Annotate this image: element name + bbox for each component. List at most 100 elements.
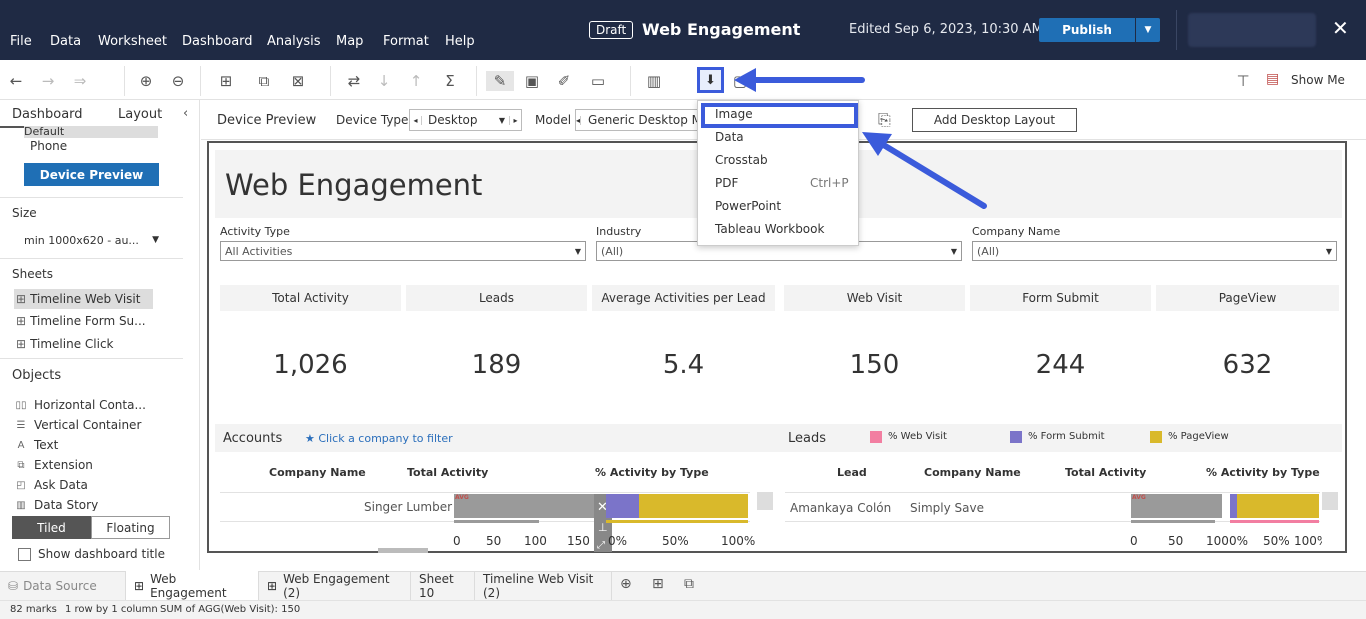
new-worksheet-icon[interactable]: ⊞ — [216, 71, 236, 91]
user-account-blurred[interactable] — [1188, 13, 1316, 47]
sheet-label: Timeline Click — [30, 337, 114, 351]
sheet-timeline-form-submit[interactable]: ⊞ Timeline Form Su... — [14, 314, 146, 328]
accounts-title: Accounts — [223, 431, 283, 446]
tab-layout[interactable]: Layout — [118, 107, 162, 122]
tab-data-source[interactable]: ⛁ Data Source — [0, 571, 126, 600]
tab-web-engagement[interactable]: ⊞ Web Engagement — [126, 571, 259, 601]
device-preview-button[interactable]: Device Preview — [24, 163, 159, 186]
highlight-tooltip-icon[interactable]: ⊤ — [1233, 71, 1253, 91]
publish-button[interactable]: Publish — [1039, 18, 1135, 42]
device-list-item-default[interactable]: Default — [24, 126, 158, 138]
menu-worksheet[interactable]: Worksheet — [98, 34, 167, 49]
download-export-button[interactable]: ⬇ — [697, 67, 724, 93]
menu-format[interactable]: Format — [383, 34, 429, 49]
sheet-label: Timeline Web Visit — [30, 292, 141, 306]
leads-form-submit-segment[interactable] — [1230, 494, 1237, 518]
sheet-label: Timeline Form Su... — [30, 314, 146, 328]
clear-sheet-icon[interactable]: ⊠ — [288, 71, 308, 91]
tiled-toggle[interactable]: Tiled — [12, 516, 91, 539]
menu-map[interactable]: Map — [336, 34, 363, 49]
collapse-panel-icon[interactable]: ‹ — [183, 106, 188, 121]
filter-activity-type[interactable]: All Activities ▼ — [220, 241, 586, 261]
leads-row-company[interactable]: Simply Save — [910, 501, 984, 515]
undo-icon[interactable]: ← — [6, 71, 26, 91]
model-dropdown[interactable]: ◂ Generic Desktop M — [575, 109, 700, 131]
presentation-mode-icon[interactable]: ▥ — [644, 71, 664, 91]
export-menu-pdf[interactable]: PDF — [715, 176, 738, 190]
database-icon: ⛁ — [8, 578, 19, 593]
object-horizontal-container[interactable]: ▯▯ Horizontal Conta... — [14, 398, 145, 412]
tab-web-engagement-2[interactable]: ⊞ Web Engagement (2) — [259, 571, 411, 600]
chevron-left-icon[interactable]: ◂ — [410, 115, 422, 125]
accounts-total-activity-bar[interactable] — [454, 494, 594, 518]
totals-sigma-icon[interactable]: Σ — [440, 71, 460, 91]
accounts-form-submit-segment[interactable] — [606, 494, 639, 518]
annotate-icon[interactable]: ✐ — [554, 71, 574, 91]
tab-sheet-10[interactable]: Sheet 10 — [411, 571, 475, 600]
size-dropdown[interactable]: min 1000x620 - au... ▼ — [24, 230, 159, 250]
object-text[interactable]: A Text — [14, 438, 59, 452]
status-marks: 82 marks — [10, 604, 57, 615]
show-me-icon[interactable]: ▤ — [1266, 71, 1279, 87]
expand-icon[interactable]: ⤢ — [597, 540, 605, 551]
show-title-checkbox[interactable] — [18, 547, 31, 561]
kpi-value-form-submit: 244 — [1035, 350, 1086, 380]
sort-descending-icon[interactable]: ↑ — [406, 71, 426, 91]
new-story-icon[interactable]: ⧉ — [684, 576, 694, 592]
sort-ascending-icon[interactable]: ↓ — [374, 71, 394, 91]
scrollbar-thumb[interactable] — [757, 492, 773, 510]
chevron-right-icon[interactable]: ▸ — [509, 115, 521, 125]
object-vertical-container[interactable]: ☰ Vertical Container — [14, 418, 142, 432]
object-extension[interactable]: ⧉ Extension — [14, 458, 93, 472]
labels-icon[interactable]: ▣ — [522, 71, 542, 91]
pause-updates-icon[interactable]: ⊖ — [168, 71, 188, 91]
export-menu-crosstab[interactable]: Crosstab — [715, 153, 768, 167]
sheet-timeline-web-visit[interactable]: ⊞ Timeline Web Visit — [14, 289, 153, 309]
filter-company-name[interactable]: (All) ▼ — [972, 241, 1337, 261]
duplicate-sheet-icon[interactable]: ⧉ — [254, 71, 274, 91]
redo-icon[interactable]: → — [38, 71, 58, 91]
accounts-row-company[interactable]: Singer Lumber — [364, 500, 452, 514]
show-me-button[interactable]: Show Me — [1291, 73, 1345, 87]
sheet-timeline-click[interactable]: ⊞ Timeline Click — [14, 337, 114, 351]
object-label: Ask Data — [34, 478, 88, 492]
scrollbar-thumb[interactable] — [1322, 492, 1338, 510]
export-menu-data[interactable]: Data — [715, 130, 744, 144]
menu-file[interactable]: File — [10, 34, 32, 49]
menu-dashboard[interactable]: Dashboard — [182, 34, 253, 49]
object-data-story[interactable]: ▥ Data Story — [14, 498, 184, 511]
tab-dashboard[interactable]: Dashboard — [12, 107, 83, 122]
menu-analysis[interactable]: Analysis — [267, 34, 321, 49]
leads-row-lead[interactable]: Amankaya Colón — [790, 501, 891, 515]
new-worksheet-icon[interactable]: ⊕ — [620, 576, 632, 592]
replay-icon[interactable]: ⇒ — [70, 71, 90, 91]
fit-icon[interactable]: ▭ — [588, 71, 608, 91]
tab-timeline-web-visit-2[interactable]: Timeline Web Visit (2) — [475, 571, 612, 600]
leads-pageview-segment[interactable] — [1237, 494, 1319, 518]
highlight-pen-icon[interactable]: ✎ — [486, 71, 514, 91]
new-data-source-icon[interactable]: ⊕ — [136, 71, 156, 91]
dashboard-icon: ⊞ — [134, 579, 145, 593]
leads-axis-tick: 100 — [1206, 534, 1229, 548]
accounts-pageview-segment[interactable] — [639, 494, 748, 518]
new-dashboard-icon[interactable]: ⊞ — [652, 576, 664, 592]
tab-label: Sheet 10 — [419, 571, 454, 600]
device-list-item-phone[interactable]: Phone — [30, 139, 67, 153]
swap-rows-columns-icon[interactable]: ⇄ — [344, 71, 364, 91]
object-ask-data[interactable]: ◰ Ask Data — [14, 478, 88, 492]
show-dashboard-title-option[interactable]: Show dashboard title — [18, 547, 165, 561]
menu-help[interactable]: Help — [445, 34, 475, 49]
scrollbar-horizontal[interactable] — [378, 548, 428, 553]
filter-label-industry: Industry — [596, 225, 642, 238]
size-heading: Size — [12, 206, 37, 220]
floating-toggle[interactable]: Floating — [91, 516, 170, 539]
menu-data[interactable]: Data — [50, 34, 81, 49]
divider — [330, 66, 331, 96]
export-menu-powerpoint[interactable]: PowerPoint — [715, 199, 781, 213]
device-type-dropdown[interactable]: ◂ Desktop ▼ ▸ — [409, 109, 522, 131]
rotate-device-icon[interactable]: ⎘ — [878, 110, 891, 130]
publish-dropdown-button[interactable]: ▼ — [1136, 18, 1160, 42]
export-menu-tableau-workbook[interactable]: Tableau Workbook — [715, 222, 824, 236]
close-icon[interactable]: ✕ — [1332, 16, 1349, 40]
workbook-title[interactable]: Web Engagement — [642, 20, 800, 39]
